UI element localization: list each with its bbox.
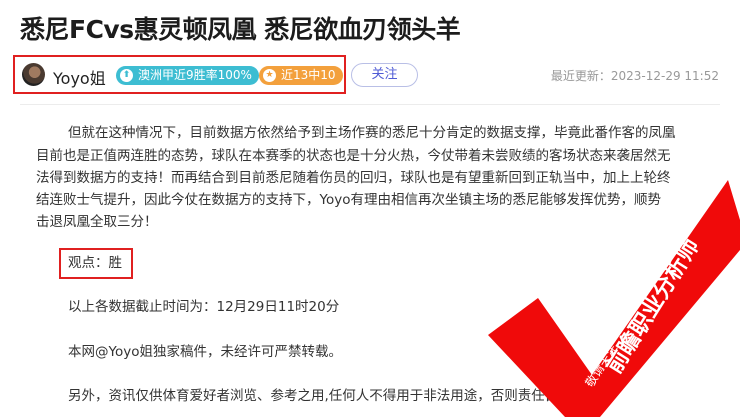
- streak-badge: ⬆ 澳洲甲近9胜率100%: [116, 66, 259, 85]
- checkmark-stamp-shape: [488, 180, 740, 417]
- copyright-text: 本网@Yoyo姐独家稿件，未经许可严禁转载。: [68, 344, 342, 360]
- author-name[interactable]: Yoyo姐: [53, 65, 106, 89]
- disclaimer-text: 另外，资讯仅供体育爱好者浏览、参考之用,任何人不得用于非法用途，否则责任自负: [68, 388, 572, 404]
- paragraph-line: 结连败士气提升，因此今仗在数据方的支持下，Yoyo有理由相信再次坐镇主场的悉尼能…: [36, 192, 661, 208]
- paragraph-line: 但就在这种情况下，目前数据方依然给予到主场作赛的悉尼十分肯定的数据支撑，毕竟此番…: [68, 125, 676, 141]
- paragraph-line: 法得到数据方的支持！而再结合到目前悉尼随着伤员的回归，球队也是有望重新回到正轨当…: [36, 170, 671, 186]
- follow-button[interactable]: 关注: [351, 63, 418, 87]
- author-avatar[interactable]: [22, 63, 45, 86]
- stamp-text-large: 前瞻职业分析师: [601, 234, 705, 378]
- star-icon: ★: [263, 69, 276, 82]
- author-info-bar: Yoyo姐 ⬆ 澳洲甲近9胜率100% ★ 近13中10: [13, 55, 346, 94]
- recent-record-text: 近13中10: [281, 68, 336, 82]
- data-cutoff-text: 以上各数据截止时间为：12月29日11时20分: [68, 299, 340, 315]
- paragraph-line: 目前也是正值两连胜的态势，球队在本赛季的状态也是十分火热，今仗带着未尝败绩的客场…: [36, 148, 671, 164]
- divider: [20, 104, 720, 105]
- article-body: 但就在这种情况下，目前数据方依然给予到主场作赛的悉尼十分肯定的数据支撑，毕竟此番…: [68, 122, 708, 144]
- opinion-box: 观点：胜: [59, 248, 133, 279]
- streak-badge-icon: ⬆: [120, 69, 133, 82]
- last-updated: 最近更新：2023-12-29 11:52: [550, 69, 719, 83]
- stamp-text-small: 敬请关注: [582, 341, 620, 390]
- streak-badge-text: 澳洲甲近9胜率100%: [138, 68, 252, 82]
- recent-record-badge: ★ 近13中10: [259, 66, 343, 85]
- paragraph-line: 击退凤凰全取三分！: [36, 214, 158, 230]
- article-title: 悉尼FCvs惠灵顿凤凰 悉尼欲血刃领头羊: [20, 15, 461, 44]
